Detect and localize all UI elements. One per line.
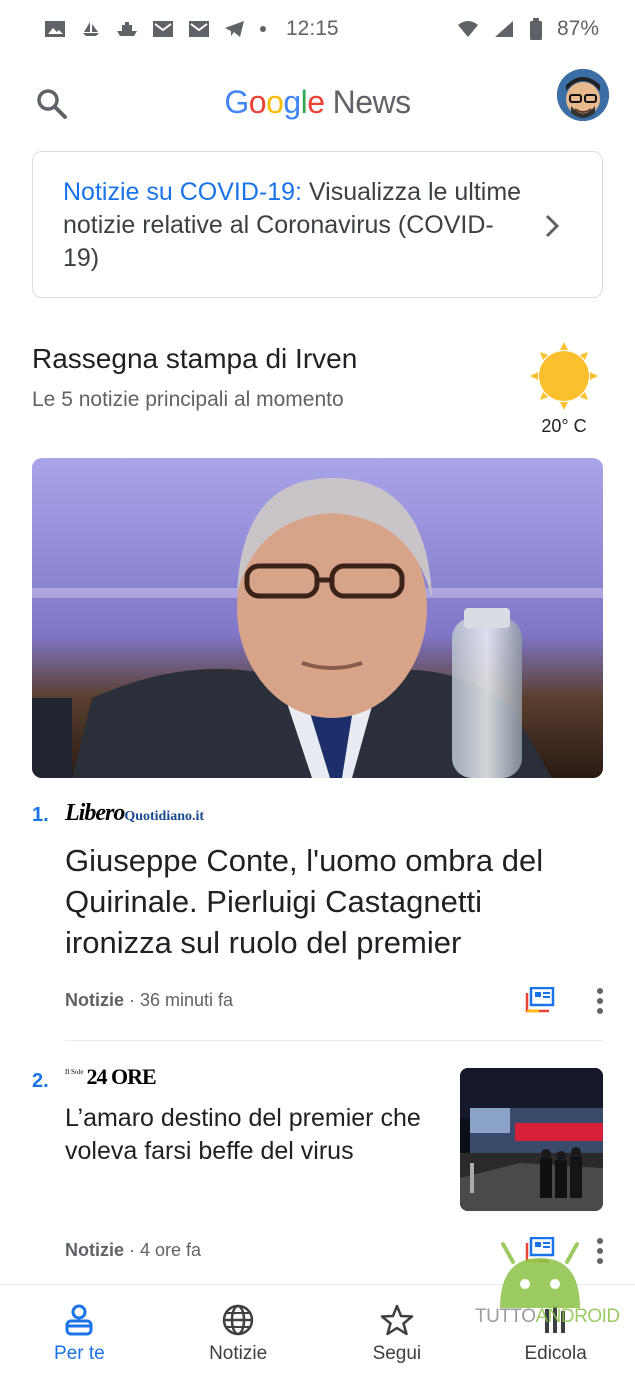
logo-letter: o	[248, 83, 267, 120]
logo-letter: g	[283, 83, 301, 120]
star-icon	[380, 1304, 414, 1336]
status-left: 12:15	[44, 17, 339, 41]
search-icon[interactable]	[32, 84, 72, 124]
logo-news-text: News	[332, 83, 412, 120]
publisher-name: 24 ORE	[86, 1064, 156, 1089]
story-source: Notizie	[65, 1240, 125, 1260]
telegram-icon	[225, 21, 244, 37]
nav-label: Edicola	[524, 1343, 587, 1364]
dot-icon	[260, 26, 266, 32]
publisher-suffix: Quotidiano.it	[124, 809, 205, 824]
sun-icon	[530, 342, 598, 410]
battery-percentage: 87%	[556, 17, 599, 40]
nav-tab-notizie[interactable]: Notizie	[159, 1285, 318, 1376]
more-options-icon[interactable]	[595, 987, 605, 1015]
news-thumbnail-photo	[460, 1068, 603, 1211]
weather-widget[interactable]: 20° C	[528, 340, 600, 440]
covid-link-text: Notizie su COVID-19:	[63, 178, 302, 206]
full-coverage-icon[interactable]	[525, 987, 555, 1013]
story-source: Notizie	[65, 990, 125, 1010]
wifi-icon	[457, 21, 478, 37]
publisher-logo-sole24ore: Il Sole 24 ORE	[65, 1064, 157, 1090]
avatar-image	[557, 69, 609, 121]
story-number: 1.	[32, 804, 49, 826]
chevron-right-icon	[545, 214, 560, 238]
story-2-headline[interactable]: L’amaro destino del premier che voleva f…	[65, 1102, 445, 1168]
battery-icon	[529, 18, 542, 40]
weather-temperature: 20° C	[541, 416, 587, 436]
story-1-headline[interactable]: Giuseppe Conte, l'uomo ombra del Quirina…	[65, 840, 595, 963]
logo-letter: l	[300, 83, 308, 120]
story-number: 2.	[32, 1070, 49, 1092]
story-1-meta: Notizie · 36 minuti fa	[65, 990, 233, 1011]
user-avatar[interactable]	[557, 69, 609, 121]
clock: 12:15	[286, 17, 339, 40]
google-news-logo: Google News	[224, 83, 412, 121]
nav-tab-segui[interactable]: Segui	[318, 1285, 477, 1376]
ship-icon	[117, 22, 137, 36]
story-time: · 36 minuti fa	[124, 990, 234, 1010]
nav-label: Notizie	[209, 1343, 268, 1364]
logo-letter: e	[307, 83, 325, 120]
signal-icon	[494, 21, 513, 37]
watermark: TUTTOANDROID	[475, 1236, 620, 1336]
app-header: Google News	[0, 62, 635, 142]
briefing-subtitle: Le 5 notizie principali al momento	[32, 388, 344, 411]
status-bar: 12:15 87%	[0, 0, 635, 58]
logo-letter: o	[266, 83, 284, 120]
story-2-meta: Notizie · 4 ore fa	[65, 1240, 201, 1261]
logo-letter: G	[224, 83, 249, 120]
status-right: 87%	[457, 17, 599, 41]
nav-label: Per te	[54, 1343, 105, 1364]
publisher-prefix: Il Sole	[65, 1068, 84, 1076]
story-divider	[65, 1040, 603, 1041]
covid-banner-card[interactable]: Notizie su COVID-19: Visualizza le ultim…	[32, 151, 603, 298]
briefing-title: Rassegna stampa di Irven	[32, 343, 358, 374]
sailboat-icon	[83, 22, 99, 36]
gmail-icon	[189, 21, 209, 37]
story-1-image[interactable]	[32, 458, 603, 778]
news-photo	[32, 458, 603, 778]
story-2-thumbnail[interactable]	[460, 1068, 603, 1211]
nav-tab-per-te[interactable]: Per te	[0, 1285, 159, 1376]
image-icon	[45, 21, 65, 37]
publisher-logo-libero: LiberoQuotidiano.it	[65, 800, 204, 827]
watermark-text: TUTTOANDROID	[475, 1306, 620, 1328]
globe-icon	[222, 1304, 254, 1336]
nav-label: Segui	[372, 1343, 422, 1364]
gmail-icon	[153, 21, 173, 37]
watermark-accent: ANDROID	[535, 1306, 620, 1327]
story-time: · 4 ore fa	[124, 1240, 202, 1260]
publisher-name: Libero	[65, 800, 125, 826]
watermark-main: TUTTO	[475, 1306, 536, 1327]
for-you-icon	[65, 1304, 93, 1336]
android-robot-icon	[500, 1242, 580, 1308]
